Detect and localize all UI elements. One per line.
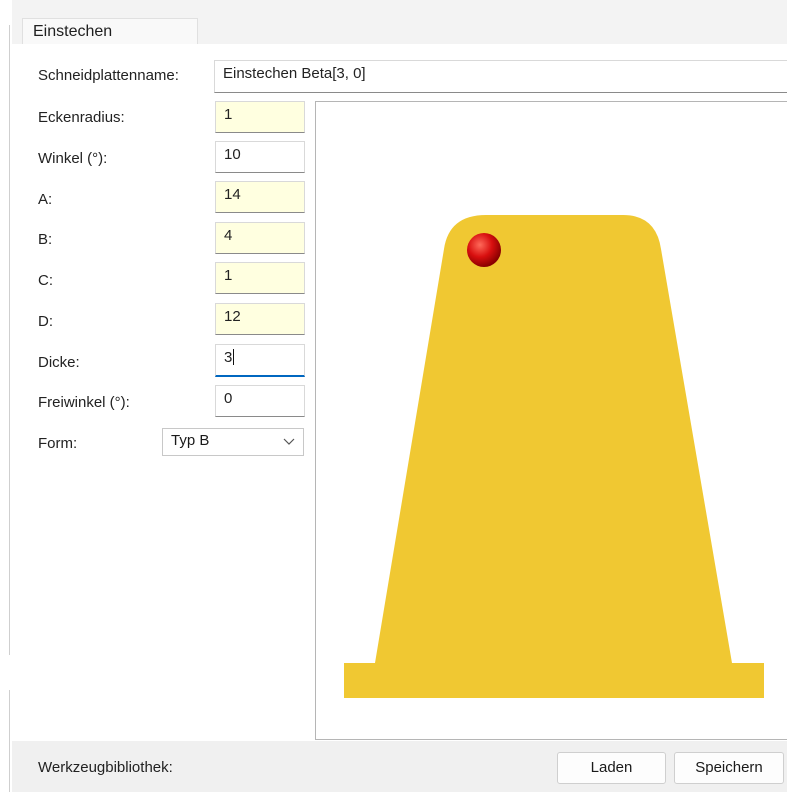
form-select-value: Typ B (171, 432, 210, 449)
corner-radius-field[interactable]: 1 (215, 101, 305, 133)
corner-radius-label: Eckenradius: (38, 109, 125, 126)
tab-strip: Einstechen (12, 0, 787, 44)
tool-library-label: Werkzeugbibliothek: (38, 759, 173, 776)
a-field[interactable]: 14 (215, 181, 305, 213)
left-panel-edge (0, 0, 12, 792)
d-label: D: (38, 313, 53, 330)
angle-label: Winkel (°): (38, 150, 108, 167)
save-button[interactable]: Speichern (674, 752, 784, 784)
thickness-label: Dicke: (38, 354, 80, 371)
c-label: C: (38, 272, 53, 289)
angle-field[interactable]: 10 (215, 141, 305, 173)
c-field[interactable]: 1 (215, 262, 305, 294)
chevron-down-icon (283, 438, 295, 445)
clearance-angle-label: Freiwinkel (°): (38, 394, 130, 411)
d-field[interactable]: 12 (215, 303, 305, 335)
form-label: Form: (38, 435, 78, 452)
thickness-value: 3 (224, 349, 233, 366)
tab-label: Einstechen (33, 23, 113, 40)
b-field[interactable]: 4 (215, 222, 305, 254)
insert-preview-drawing (344, 215, 764, 698)
text-caret (233, 349, 235, 365)
b-label: B: (38, 231, 53, 248)
insert-name-label: Schneidplattenname: (38, 67, 179, 84)
form-select[interactable]: Typ B (162, 428, 304, 456)
insert-shape (344, 215, 764, 698)
insert-name-field[interactable]: Einstechen Beta[3, 0] (214, 60, 787, 93)
clearance-angle-field[interactable]: 0 (215, 385, 305, 417)
load-button[interactable]: Laden (557, 752, 666, 784)
a-label: A: (38, 191, 53, 208)
thickness-field[interactable]: 3 (215, 344, 305, 377)
insert-preview-panel (315, 101, 787, 740)
reference-point-icon (467, 233, 501, 267)
tab-einstechen[interactable]: Einstechen (22, 18, 198, 44)
